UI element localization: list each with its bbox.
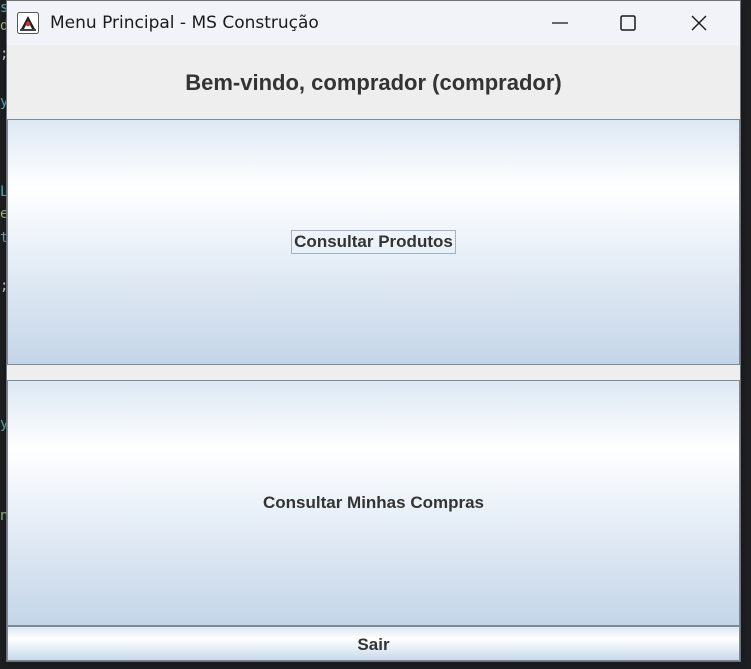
sair-label: Sair [357, 634, 390, 654]
focus-indicator: Consultar Produtos [291, 230, 456, 254]
main-menu-window: Menu Principal - MS Construção Bem-vindo… [6, 0, 741, 662]
maximize-icon [620, 15, 636, 31]
sair-button[interactable]: Sair [7, 626, 740, 661]
welcome-label: Bem-vindo, comprador (comprador) [185, 70, 562, 95]
minimize-button[interactable] [537, 1, 583, 45]
consultar-produtos-button[interactable]: Consultar Produtos [7, 119, 740, 365]
consultar-minhas-compras-button[interactable]: Consultar Minhas Compras [7, 380, 740, 626]
window-content: Bem-vindo, comprador (comprador) Consult… [7, 45, 740, 661]
consultar-produtos-label: Consultar Produtos [294, 232, 453, 251]
consultar-minhas-compras-label: Consultar Minhas Compras [262, 493, 485, 512]
close-button[interactable] [676, 1, 722, 45]
title-bar[interactable]: Menu Principal - MS Construção [7, 1, 740, 45]
close-icon [691, 15, 707, 31]
window-title: Menu Principal - MS Construção [50, 13, 319, 33]
minimize-icon [552, 22, 568, 24]
maximize-button[interactable] [605, 1, 651, 45]
java-duke-icon [17, 12, 39, 34]
